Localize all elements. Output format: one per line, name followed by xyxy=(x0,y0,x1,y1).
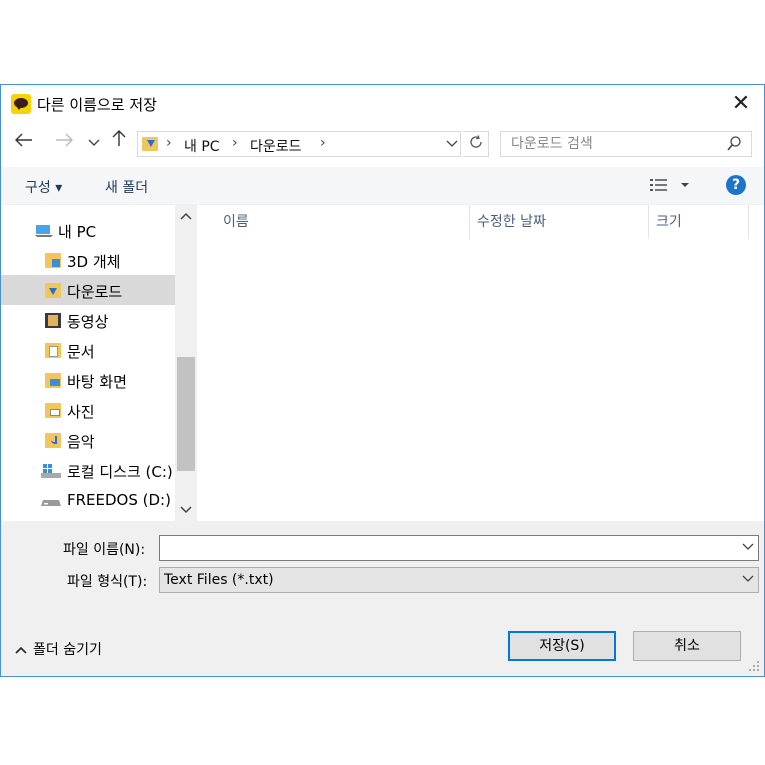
navigation-pane: 내 PC 3D 개체 다운로드 동영상 문서 바탕 화면 사진 음악 로컬 디스… xyxy=(1,205,197,521)
drive-icon xyxy=(41,500,61,506)
desktop-icon xyxy=(45,373,61,388)
hide-folders-label: 폴더 숨기기 xyxy=(33,642,102,658)
nav-item-label: 문서 xyxy=(67,343,95,361)
back-arrow-icon[interactable] xyxy=(11,129,37,155)
search-input[interactable] xyxy=(511,135,711,153)
documents-icon xyxy=(45,343,61,358)
save-as-dialog: 다른 이름으로 저장 ✕ › 내 PC › 다운로드 › 구성 ▾ 새 폴더 xyxy=(0,84,765,677)
nav-item-desktop[interactable]: 바탕 화면 xyxy=(1,365,175,395)
nav-scrollbar[interactable] xyxy=(175,205,197,521)
help-icon[interactable]: ? xyxy=(726,175,746,195)
column-header-date-modified[interactable]: 수정한 날짜 xyxy=(477,211,546,231)
address-dropdown-chevron-icon[interactable] xyxy=(441,131,463,157)
nav-item-pictures[interactable]: 사진 xyxy=(1,395,175,425)
organize-menu-button[interactable]: 구성 ▾ xyxy=(25,177,62,197)
scroll-thumb[interactable] xyxy=(177,357,195,471)
kakaotalk-app-icon xyxy=(11,94,31,114)
breadcrumb-separator[interactable]: › xyxy=(232,135,238,151)
breadcrumb-this-pc[interactable]: 내 PC xyxy=(184,136,220,156)
resize-grip-icon[interactable] xyxy=(748,660,760,672)
up-arrow-icon[interactable] xyxy=(106,129,132,155)
filename-label: 파일 이름(N): xyxy=(63,542,146,558)
forward-arrow-icon[interactable] xyxy=(51,129,77,155)
column-header-name[interactable]: 이름 xyxy=(223,211,249,231)
column-divider[interactable] xyxy=(648,205,649,239)
nav-item-videos[interactable]: 동영상 xyxy=(1,305,175,335)
nav-item-local-disk[interactable]: 로컬 디스크 (C:) xyxy=(1,455,175,485)
nav-item-documents[interactable]: 문서 xyxy=(1,335,175,365)
search-icon xyxy=(727,136,741,151)
local-disk-icon xyxy=(41,464,61,478)
breadcrumb-downloads[interactable]: 다운로드 xyxy=(250,136,302,156)
filename-input[interactable] xyxy=(164,539,724,557)
save-options-panel: 파일 이름(N): 파일 형식(T): Text Files (*.txt) 폴… xyxy=(1,521,764,676)
nav-item-label: 음악 xyxy=(67,433,95,451)
nav-item-label: 다운로드 xyxy=(67,283,123,301)
pictures-icon xyxy=(45,403,61,418)
filetype-chevron-icon[interactable] xyxy=(742,572,754,586)
nav-item-label: 내 PC xyxy=(58,223,97,241)
nav-item-label: FREEDOS (D:) xyxy=(67,491,171,509)
downloads-folder-icon xyxy=(142,137,158,151)
filetype-value: Text Files (*.txt) xyxy=(164,572,274,588)
view-options-icon[interactable] xyxy=(649,177,689,195)
nav-item-label: 3D 개체 xyxy=(67,253,121,271)
close-button[interactable]: ✕ xyxy=(726,89,756,119)
command-toolbar: 구성 ▾ 새 폴더 ? xyxy=(1,167,764,205)
filename-history-chevron-icon[interactable] xyxy=(742,540,754,554)
hide-folders-toggle[interactable]: 폴더 숨기기 xyxy=(15,639,102,659)
column-header-size[interactable]: 크기 xyxy=(656,211,682,231)
dialog-title: 다른 이름으로 저장 xyxy=(37,96,157,114)
scroll-down-chevron-icon[interactable] xyxy=(175,499,197,521)
breadcrumb-separator[interactable]: › xyxy=(166,135,172,151)
breadcrumb-separator[interactable]: › xyxy=(320,135,326,151)
nav-item-label: 사진 xyxy=(67,403,95,421)
downloads-icon xyxy=(45,283,61,298)
recent-locations-chevron-icon[interactable] xyxy=(81,129,107,155)
nav-item-downloads[interactable]: 다운로드 xyxy=(1,275,175,305)
pc-icon xyxy=(35,225,53,237)
scroll-up-chevron-icon[interactable] xyxy=(175,205,197,227)
videos-icon xyxy=(45,313,61,328)
search-box[interactable] xyxy=(500,131,752,157)
nav-item-label: 동영상 xyxy=(67,313,109,331)
address-bar[interactable]: › 내 PC › 다운로드 › xyxy=(137,131,461,157)
title-bar: 다른 이름으로 저장 ✕ xyxy=(1,85,764,123)
nav-item-freedos[interactable]: FREEDOS (D:) xyxy=(1,485,175,515)
filename-field[interactable] xyxy=(159,535,759,561)
new-folder-button[interactable]: 새 폴더 xyxy=(105,177,148,197)
filetype-label: 파일 형식(T): xyxy=(67,574,148,590)
nav-item-label: 로컬 디스크 (C:) xyxy=(67,463,173,481)
nav-item-music[interactable]: 음악 xyxy=(1,425,175,455)
filetype-select[interactable]: Text Files (*.txt) xyxy=(159,567,759,593)
column-divider[interactable] xyxy=(748,205,749,239)
music-icon xyxy=(45,433,61,448)
cancel-button[interactable]: 취소 xyxy=(633,631,741,661)
nav-item-this-pc[interactable]: 내 PC xyxy=(1,215,175,245)
nav-item-3d-objects[interactable]: 3D 개체 xyxy=(1,245,175,275)
file-list: 이름 수정한 날짜 크기 xyxy=(197,205,764,521)
column-divider[interactable] xyxy=(469,205,470,239)
save-button[interactable]: 저장(S) xyxy=(508,631,616,661)
refresh-icon[interactable] xyxy=(463,131,489,157)
nav-item-label: 바탕 화면 xyxy=(67,373,127,391)
chevron-up-icon xyxy=(15,646,27,654)
3d-objects-icon xyxy=(45,253,61,268)
